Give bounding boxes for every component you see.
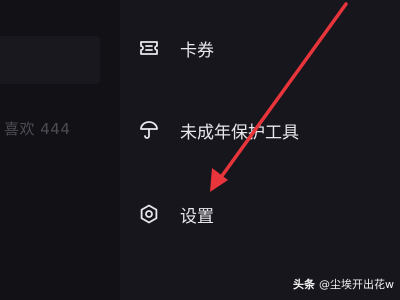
- menu-item-label: 设置: [180, 206, 214, 227]
- menu-item-label: 未成年保护工具: [180, 122, 299, 143]
- side-drawer: 卡券 未成年保护工具 设置: [120, 0, 400, 300]
- ticket-icon: [138, 37, 160, 59]
- menu-item-settings[interactable]: 设置: [138, 198, 214, 230]
- screen: 喜欢 444 卡券 未成年保护工具 设置 头条 @尘埃开出花w: [0, 0, 400, 300]
- watermark-author: @尘埃开出花w: [319, 278, 394, 291]
- likes-count: 喜欢 444: [4, 120, 71, 138]
- gear-icon: [138, 203, 160, 225]
- background-page: 喜欢 444: [0, 0, 120, 300]
- menu-item-minor-protection[interactable]: 未成年保护工具: [138, 114, 299, 146]
- watermark: 头条 @尘埃开出花w: [293, 276, 394, 292]
- background-card: [0, 36, 100, 84]
- menu-item-coupons[interactable]: 卡券: [138, 32, 214, 64]
- menu-item-label: 卡券: [180, 40, 214, 61]
- watermark-brand: 头条: [293, 278, 315, 291]
- umbrella-icon: [138, 119, 160, 141]
